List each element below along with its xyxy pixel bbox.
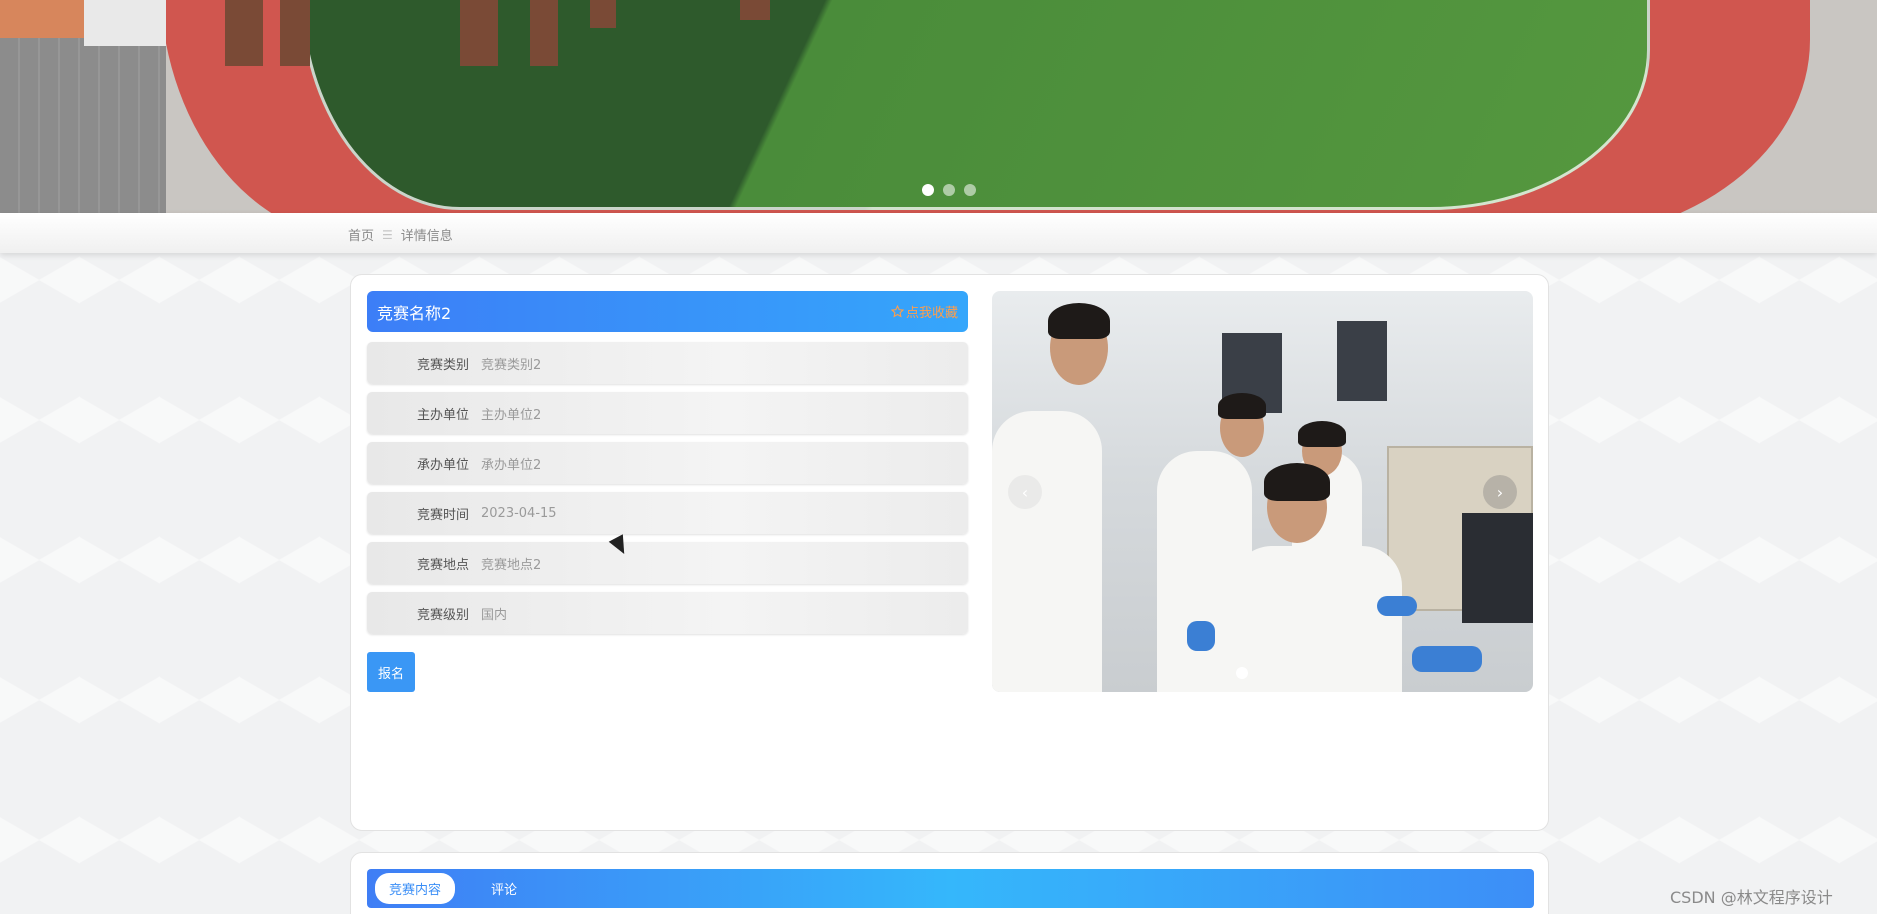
- tab-comments[interactable]: 评论: [477, 873, 531, 904]
- scientist-hair: [1298, 421, 1346, 447]
- competition-title: 竞赛名称2: [377, 303, 452, 323]
- hero-football-field: [300, 0, 1650, 210]
- field-row-level: 竞赛级别 国内: [367, 592, 968, 634]
- hero-building-roof: [0, 0, 84, 38]
- favorite-button[interactable]: 点我收藏: [890, 302, 958, 321]
- breadcrumb-bar: 首页 ☰ 详情信息: [0, 213, 1877, 253]
- field-label: 竞赛时间: [416, 507, 469, 523]
- tab-bar: 竞赛内容 评论: [367, 869, 1534, 908]
- hero-carousel-dot-1[interactable]: [922, 184, 934, 196]
- field-value: 国内: [481, 607, 508, 623]
- field-label: 主办单位: [416, 407, 469, 423]
- hero-building-wall: [84, 0, 166, 46]
- field-row-co-organizer: 承办单位 承办单位2: [367, 442, 968, 484]
- field-value: 承办单位2: [481, 457, 542, 473]
- carousel-indicator-dot[interactable]: [1236, 667, 1248, 679]
- field-row-date: 竞赛时间 2023-04-15: [367, 492, 968, 534]
- field-row-organizer: 主办单位 主办单位2: [367, 392, 968, 434]
- chevron-left-icon: ‹: [1021, 482, 1029, 502]
- breadcrumb-current: 详情信息: [400, 229, 453, 244]
- hero-carousel-dot-2[interactable]: [943, 184, 955, 196]
- field-label: 竞赛地点: [416, 557, 469, 573]
- field-label: 竞赛类别: [416, 357, 469, 373]
- carousel-next-button[interactable]: ›: [1483, 475, 1517, 509]
- scientist-coat: [992, 411, 1102, 692]
- scientist-glove: [1187, 621, 1215, 651]
- field-value: 竞赛地点2: [481, 557, 542, 573]
- field-row-location: 竞赛地点 竞赛地点2: [367, 542, 968, 584]
- detail-title-bar: 竞赛名称2 点我收藏: [367, 291, 968, 332]
- scientist-coat: [1232, 546, 1402, 692]
- detail-fields: 竞赛类别 竞赛类别2 主办单位 主办单位2 承办单位 承办单位2 竞赛时间 20…: [367, 342, 968, 642]
- detail-card: 竞赛名称2 点我收藏 竞赛类别 竞赛类别2 主办单位 主办单位2 承办单位 承办…: [350, 274, 1549, 831]
- competition-image-carousel: ‹ ›: [992, 291, 1533, 692]
- lab-monitor: [1462, 513, 1533, 623]
- lab-window: [1337, 321, 1387, 401]
- field-value: 2023-04-15: [481, 505, 557, 521]
- hero-pillar: [460, 0, 498, 66]
- hero-banner: [0, 0, 1877, 213]
- scientist-hair: [1048, 303, 1110, 339]
- tab-competition-content[interactable]: 竞赛内容: [375, 873, 456, 904]
- hero-building: [0, 0, 166, 213]
- scientist-hair: [1264, 463, 1330, 501]
- scientist-glove: [1377, 596, 1417, 616]
- hero-pillar: [740, 0, 770, 20]
- breadcrumb-home-link[interactable]: 首页: [348, 225, 374, 244]
- field-row-category: 竞赛类别 竞赛类别2: [367, 342, 968, 384]
- hero-pillar: [590, 0, 616, 28]
- scientist-hair: [1218, 393, 1266, 419]
- content-tabs-card: 竞赛内容 评论: [350, 852, 1549, 914]
- carousel-prev-button[interactable]: ‹: [1008, 475, 1042, 509]
- hero-pillar: [225, 0, 263, 66]
- breadcrumb-separator-icon: ☰: [382, 227, 393, 242]
- field-value: 主办单位2: [481, 407, 542, 423]
- chevron-right-icon: ›: [1496, 482, 1504, 502]
- hero-carousel-indicators: [922, 184, 976, 196]
- favorite-label: 点我收藏: [905, 306, 958, 321]
- field-label: 竞赛级别: [416, 607, 469, 623]
- field-value: 竞赛类别2: [481, 357, 542, 373]
- apply-button[interactable]: 报名: [367, 652, 415, 692]
- breadcrumb: 首页 ☰ 详情信息: [348, 225, 453, 245]
- watermark-text: CSDN @林文程序设计: [1670, 888, 1833, 907]
- scientist-glove: [1412, 646, 1482, 672]
- hero-pillar: [280, 0, 310, 66]
- star-outline-icon: [890, 305, 904, 318]
- field-label: 承办单位: [416, 457, 469, 473]
- hero-pillar: [530, 0, 558, 66]
- hero-carousel-dot-3[interactable]: [964, 184, 976, 196]
